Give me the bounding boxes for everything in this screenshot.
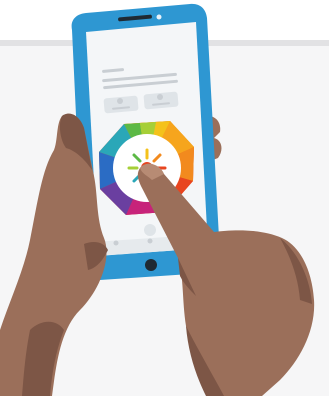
illustration — [0, 3, 315, 396]
home-button-icon — [145, 259, 157, 271]
right-hand — [137, 163, 315, 396]
camera-dot — [156, 14, 162, 20]
